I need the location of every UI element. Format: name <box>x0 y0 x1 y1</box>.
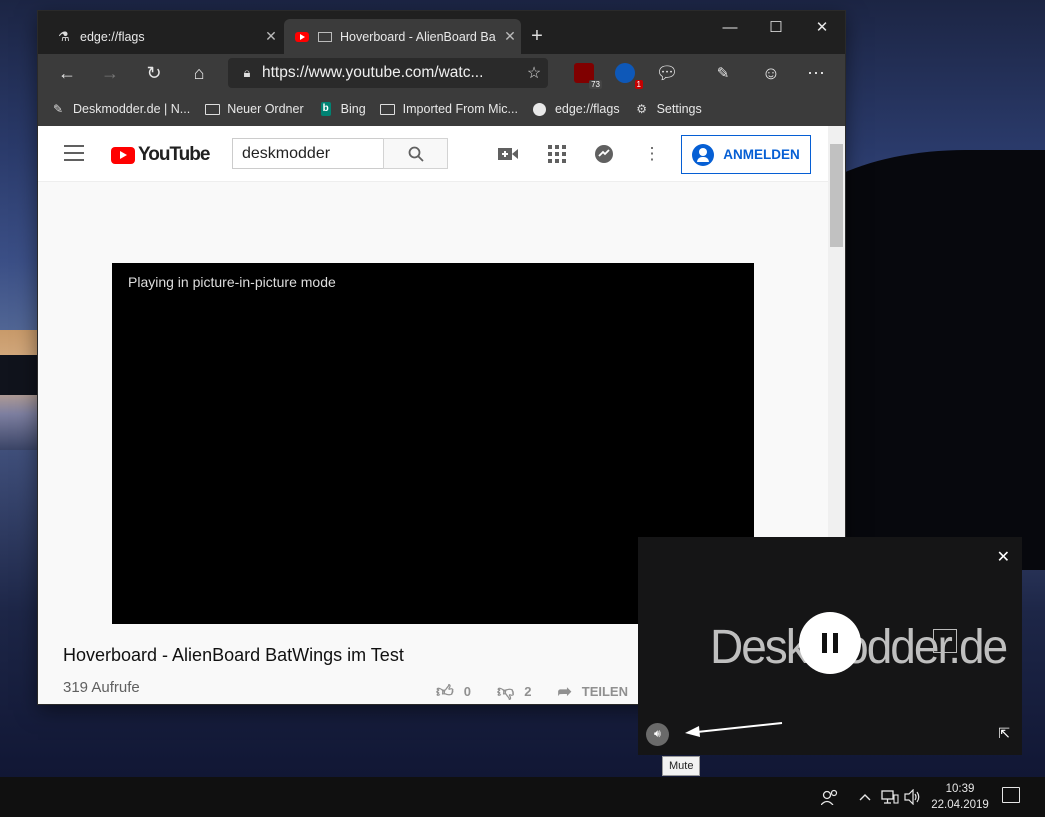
youtube-header: YouTube deskmodder ⋮ ANMELDEN <box>38 126 828 182</box>
search-icon <box>408 146 424 162</box>
favorites-bar: ✎ Deskmodder.de | N... Neuer Ordner b Bi… <box>38 92 845 126</box>
clock-time: 10:39 <box>945 783 975 795</box>
system-clock[interactable]: 10:39 22.04.2019 <box>923 781 997 813</box>
folder-icon <box>204 102 220 116</box>
title-bar: ⚗ edge://flags ✕ Hoverboard - AlienBoard… <box>38 11 845 54</box>
video-title: Hoverboard - AlienBoard BatWings im Test <box>63 645 404 665</box>
favorite-edge-flags[interactable]: edge://flags <box>532 102 620 116</box>
favorite-imported[interactable]: Imported From Mic... <box>380 102 518 116</box>
youtube-play-icon <box>111 146 135 164</box>
account-icon <box>692 143 715 166</box>
more-options-icon[interactable]: ⋮ <box>640 142 664 166</box>
smiley-icon[interactable]: ☺ <box>756 58 786 88</box>
favorite-star-icon[interactable]: ☆ <box>520 63 548 83</box>
address-url[interactable]: https://www.youtube.com/watc... <box>262 64 520 82</box>
tab-close-icon[interactable]: ✕ <box>260 28 282 45</box>
refresh-button[interactable]: ↻ <box>139 58 169 88</box>
annotation-arrow <box>685 722 783 737</box>
sync-icon[interactable]: 1 <box>615 63 643 89</box>
like-button[interactable]: 👍︎ 0 <box>436 681 471 702</box>
more-menu-icon[interactable]: ⋯ <box>801 58 831 88</box>
favorite-deskmodder[interactable]: ✎ Deskmodder.de | N... <box>50 102 190 116</box>
youtube-icon <box>294 29 310 45</box>
people-icon[interactable] <box>818 777 842 817</box>
pip-close-icon[interactable]: ✕ <box>997 547 1010 567</box>
brush-icon: ✎ <box>52 102 64 116</box>
scrollbar-thumb[interactable] <box>830 144 843 247</box>
sync-badge: 1 <box>634 80 643 89</box>
pen-icon[interactable]: ✎ <box>708 58 738 88</box>
share-icon: ➦ <box>557 681 572 701</box>
address-bar[interactable]: 🔒︎ https://www.youtube.com/watc... ☆ <box>228 58 548 88</box>
pip-pause-button[interactable] <box>799 612 861 674</box>
minimize-button[interactable]: — <box>707 11 753 43</box>
tab-label: edge://flags <box>80 29 145 44</box>
signin-button[interactable]: ANMELDEN <box>681 135 811 174</box>
favorite-label: Deskmodder.de | N... <box>73 102 191 116</box>
home-button[interactable]: ⌂ <box>184 58 214 88</box>
pause-icon <box>822 633 827 653</box>
tab-youtube[interactable]: Hoverboard - AlienBoard Ba ✕ <box>284 19 521 54</box>
gear-icon: ⚙ <box>636 102 647 116</box>
bing-icon: b <box>320 102 331 116</box>
speaker-icon: 🔊︎ <box>654 728 661 740</box>
youtube-logo-text: YouTube <box>138 144 210 165</box>
search-button[interactable] <box>383 138 448 169</box>
tab-close-icon[interactable]: ✕ <box>499 28 521 45</box>
close-window-button[interactable]: ✕ <box>799 11 845 43</box>
search-input[interactable]: deskmodder <box>232 138 384 169</box>
hamburger-menu-icon[interactable] <box>64 145 84 161</box>
pip-status-message: Playing in picture-in-picture mode <box>128 274 336 290</box>
favorite-label: Bing <box>340 102 366 116</box>
thumbs-up-icon: 👍︎ <box>436 682 454 701</box>
pause-icon-bar <box>833 633 838 653</box>
mute-tooltip: Mute <box>662 756 701 776</box>
video-actions: 👍︎ 0 👎︎ 2 ➦ TEILEN <box>436 681 654 702</box>
action-center-icon[interactable] <box>1002 787 1020 803</box>
back-button[interactable]: ← <box>52 58 82 88</box>
like-count: 0 <box>463 684 471 699</box>
favorite-label: Neuer Ordner <box>227 102 304 116</box>
tab-label: Hoverboard - AlienBoard Ba <box>340 29 496 44</box>
favorite-bing[interactable]: b Bing <box>318 102 366 116</box>
create-video-icon[interactable] <box>496 142 520 166</box>
ublock-badge: 73 <box>589 80 602 89</box>
lock-icon: 🔒︎ <box>243 65 251 80</box>
flask-icon: ⚗ <box>58 28 70 44</box>
brush-logo-icon <box>933 629 957 653</box>
favorite-label: Imported From Mic... <box>402 102 518 116</box>
favorite-neuer-ordner[interactable]: Neuer Ordner <box>204 102 304 116</box>
youtube-logo[interactable]: YouTube <box>111 144 210 166</box>
ublock-icon[interactable]: 73 <box>574 63 602 89</box>
favorite-label: Settings <box>656 102 702 116</box>
maximize-button[interactable]: ☐ <box>753 11 799 43</box>
favorite-settings[interactable]: ⚙ Settings <box>634 102 702 116</box>
browser-toolbar: ← → ↻ ⌂ 🔒︎ https://www.youtube.com/watc.… <box>38 54 845 92</box>
chat-icon[interactable]: 💬︎ <box>652 58 682 88</box>
forward-button[interactable]: → <box>95 58 125 88</box>
volume-icon[interactable] <box>903 777 923 817</box>
clock-date: 22.04.2019 <box>931 799 989 811</box>
desktop-treeline <box>0 355 40 395</box>
messages-icon[interactable] <box>592 142 616 166</box>
pip-return-to-tab-icon[interactable]: ⇱ <box>998 725 1010 742</box>
pip-mute-button[interactable]: 🔊︎ <box>646 723 669 746</box>
network-icon[interactable] <box>880 777 900 817</box>
favorite-label: edge://flags <box>554 102 620 116</box>
dislike-count: 2 <box>524 684 532 699</box>
dislike-button[interactable]: 👎︎ 2 <box>497 681 532 702</box>
thumbs-down-icon: 👎︎ <box>497 682 515 701</box>
folder-icon <box>380 102 396 116</box>
signin-label: ANMELDEN <box>723 147 800 162</box>
share-button[interactable]: ➦ TEILEN <box>558 682 628 702</box>
apps-grid-icon[interactable] <box>545 142 569 166</box>
picture-in-picture-icon <box>318 31 332 42</box>
new-tab-button[interactable]: + <box>525 25 549 47</box>
tab-edge-flags[interactable]: ⚗ edge://flags ✕ <box>46 19 282 54</box>
share-label: TEILEN <box>581 684 628 699</box>
show-hidden-icons-chevron-icon[interactable] <box>856 777 874 817</box>
taskbar: 10:39 22.04.2019 <box>0 777 1045 817</box>
globe-icon <box>532 102 548 116</box>
view-count: 319 Aufrufe <box>63 679 140 696</box>
